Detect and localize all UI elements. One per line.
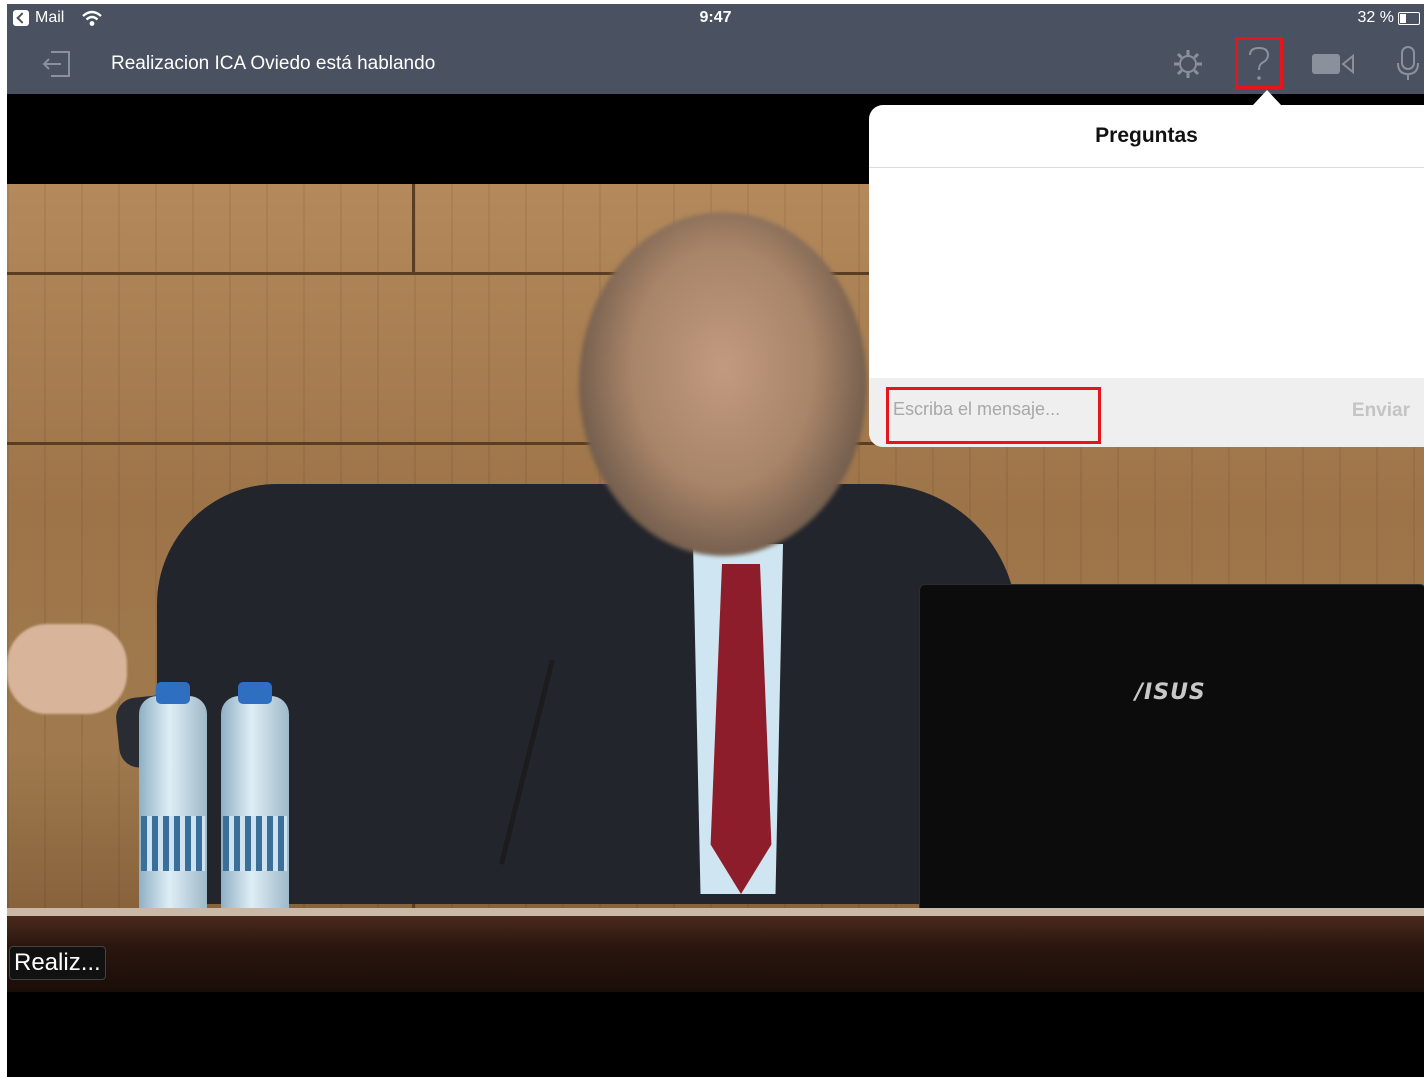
microphone-button[interactable]	[1382, 34, 1424, 94]
question-button-highlight	[1235, 37, 1283, 89]
battery-icon	[1398, 12, 1420, 25]
send-button[interactable]: Enviar	[1352, 400, 1410, 422]
water-bottle	[221, 682, 289, 922]
popover-title: Preguntas	[869, 105, 1424, 168]
speaker-hand	[7, 624, 127, 714]
questions-list	[869, 168, 1424, 378]
settings-button[interactable]	[1162, 34, 1214, 94]
questions-popover: Preguntas Enviar	[869, 105, 1424, 447]
blurred-face	[579, 212, 867, 556]
participant-name-tag: Realiz...	[9, 946, 106, 980]
laptop: /ISUS	[919, 584, 1424, 916]
message-composer: Enviar	[869, 378, 1424, 447]
speaker-status: Realizacion ICA Oviedo está hablando	[111, 53, 436, 74]
status-time: 9:47	[699, 9, 732, 26]
popover-arrow	[1253, 90, 1281, 105]
app-window: Mail 9:47 32 % Realizacion ICA Oviedo es…	[7, 4, 1424, 1077]
screen-frame: Mail 9:47 32 % Realizacion ICA Oviedo es…	[0, 0, 1424, 1077]
laptop-logo: /ISUS	[1135, 680, 1206, 705]
exit-icon[interactable]	[41, 49, 73, 79]
water-bottle	[139, 682, 207, 922]
battery-percentage: 32 %	[1357, 9, 1394, 26]
microphone-icon	[1397, 46, 1419, 80]
camera-button[interactable]	[1307, 34, 1359, 94]
desk	[7, 916, 1424, 992]
wall-panel-seam	[412, 184, 415, 274]
camera-icon	[1312, 53, 1354, 75]
message-input-highlight	[886, 387, 1101, 444]
status-bar: Mail 9:47 32 %	[7, 4, 1424, 34]
meeting-toolbar: Realizacion ICA Oviedo está hablando	[7, 34, 1424, 94]
settings-icon	[1174, 50, 1202, 78]
